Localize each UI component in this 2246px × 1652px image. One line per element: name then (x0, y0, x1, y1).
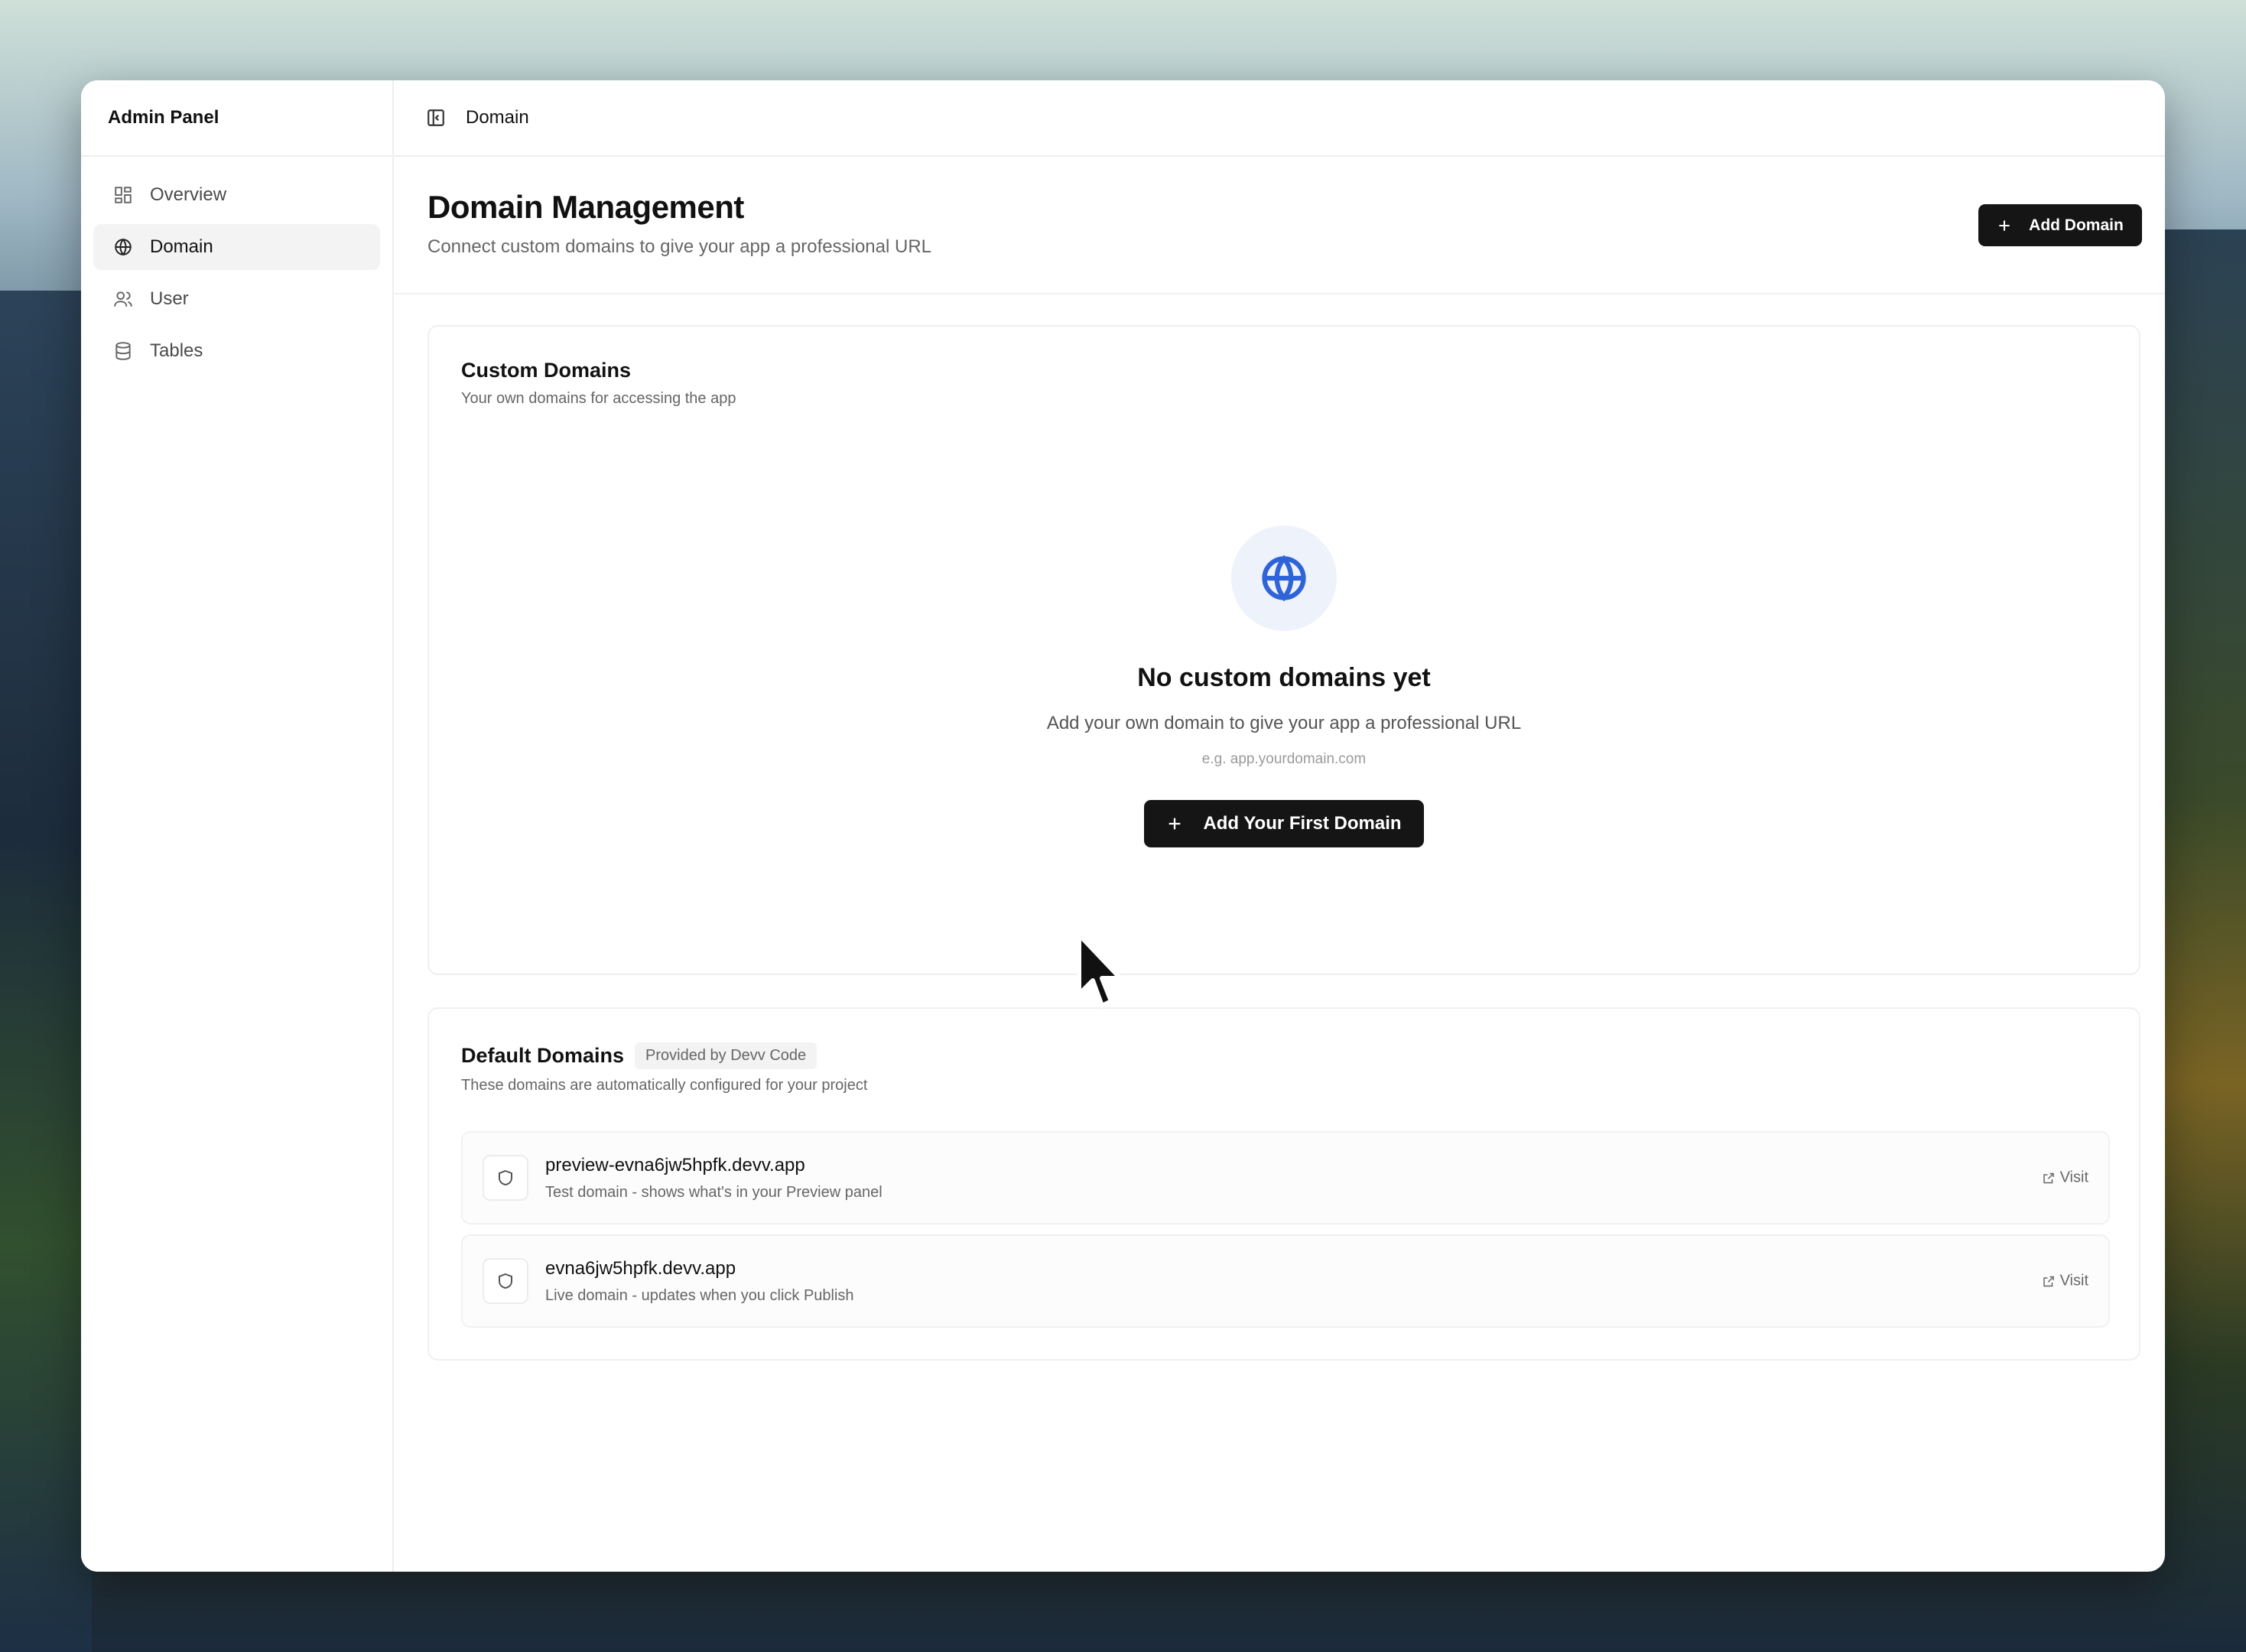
domain-description: Live domain - updates when you click Pub… (545, 1286, 854, 1304)
users-icon (114, 291, 132, 307)
custom-domains-title: Custom Domains (461, 359, 632, 382)
shield-icon-box (483, 1155, 528, 1201)
add-domain-button[interactable]: Add Domain (1978, 204, 2142, 246)
page-subtitle: Connect custom domains to give your app … (427, 236, 932, 257)
sidebar-item-label: Overview (150, 184, 227, 205)
sidebar-item-label: Domain (150, 236, 213, 257)
sidebar: Admin Panel Overview Domain User Tables (81, 80, 394, 1572)
add-domain-label: Add Domain (2029, 216, 2124, 234)
app-window: Admin Panel Overview Domain User Tables … (81, 80, 2165, 1572)
domain-text: evna6jw5hpfk.devv.app Live domain - upda… (545, 1258, 854, 1305)
domain-row: preview-evna6jw5hpfk.devv.app Test domai… (461, 1131, 2110, 1224)
shield-icon (499, 1169, 512, 1186)
default-domains-header: Default Domains Provided by Devv Code Th… (461, 1042, 867, 1094)
page-header: Domain Management Connect custom domains… (394, 157, 2165, 294)
visit-label: Visit (2059, 1169, 2088, 1186)
visit-label: Visit (2059, 1272, 2088, 1289)
custom-domains-subtitle: Your own domains for accessing the app (461, 390, 736, 407)
globe-icon (115, 238, 132, 256)
default-domains-title: Default Domains (461, 1044, 625, 1067)
add-first-domain-label: Add Your First Domain (1203, 813, 1402, 834)
plus-icon (1169, 818, 1181, 830)
domain-description: Test domain - shows what's in your Previ… (545, 1183, 882, 1201)
empty-state-badge (1231, 525, 1337, 631)
sidebar-item-label: User (150, 288, 189, 309)
empty-state-title: No custom domains yet (1137, 663, 1431, 692)
visit-link[interactable]: Visit (2042, 1273, 2088, 1290)
custom-domains-header: Custom Domains Your own domains for acce… (461, 359, 736, 408)
domain-row: evna6jw5hpfk.devv.app Live domain - upda… (461, 1234, 2110, 1328)
sidebar-item-overview[interactable]: Overview (93, 172, 380, 218)
domain-name: evna6jw5hpfk.devv.app (545, 1257, 736, 1279)
visit-link[interactable]: Visit (2042, 1169, 2088, 1187)
domain-text: preview-evna6jw5hpfk.devv.app Test domai… (545, 1155, 882, 1202)
empty-state-subtitle: Add your own domain to give your app a p… (1046, 713, 1522, 733)
provider-badge: Provided by Devv Code (635, 1042, 817, 1069)
add-first-domain-button[interactable]: Add Your First Domain (1144, 800, 1424, 847)
shield-icon (499, 1273, 512, 1289)
sidebar-title: Admin Panel (81, 80, 392, 157)
page-title: Domain Management (427, 189, 744, 225)
grid-icon (115, 187, 132, 203)
empty-state-hint: e.g. app.yourdomain.com (1201, 751, 1367, 767)
main-content: Domain Domain Management Connect custom … (394, 80, 2165, 1572)
mouse-cursor-icon (1077, 932, 1123, 1008)
default-domains-card: Default Domains Provided by Devv Code Th… (427, 1007, 2140, 1361)
background-scenery-left (0, 291, 92, 1652)
sidebar-item-domain[interactable]: Domain (93, 224, 380, 270)
globe-icon (1262, 554, 1306, 602)
shield-icon-box (483, 1258, 528, 1304)
sidebar-item-user[interactable]: User (93, 276, 380, 322)
custom-domains-card: Custom Domains Your own domains for acce… (427, 325, 2140, 975)
background-scenery-right (2154, 229, 2246, 1652)
sidebar-item-label: Tables (150, 340, 203, 361)
sidebar-item-tables[interactable]: Tables (93, 328, 380, 374)
empty-state: No custom domains yet Add your own domai… (429, 525, 2139, 847)
sidebar-nav: Overview Domain User Tables (81, 157, 392, 395)
external-link-icon (2043, 1276, 2054, 1286)
topbar: Domain (394, 80, 2165, 157)
sidebar-toggle-icon[interactable] (426, 108, 446, 128)
breadcrumb: Domain (466, 107, 529, 128)
default-domains-subtitle: These domains are automatically configur… (461, 1077, 868, 1094)
database-icon (115, 342, 131, 360)
external-link-icon (2043, 1172, 2054, 1183)
plus-icon (1999, 220, 2010, 231)
domain-name: preview-evna6jw5hpfk.devv.app (545, 1154, 805, 1176)
